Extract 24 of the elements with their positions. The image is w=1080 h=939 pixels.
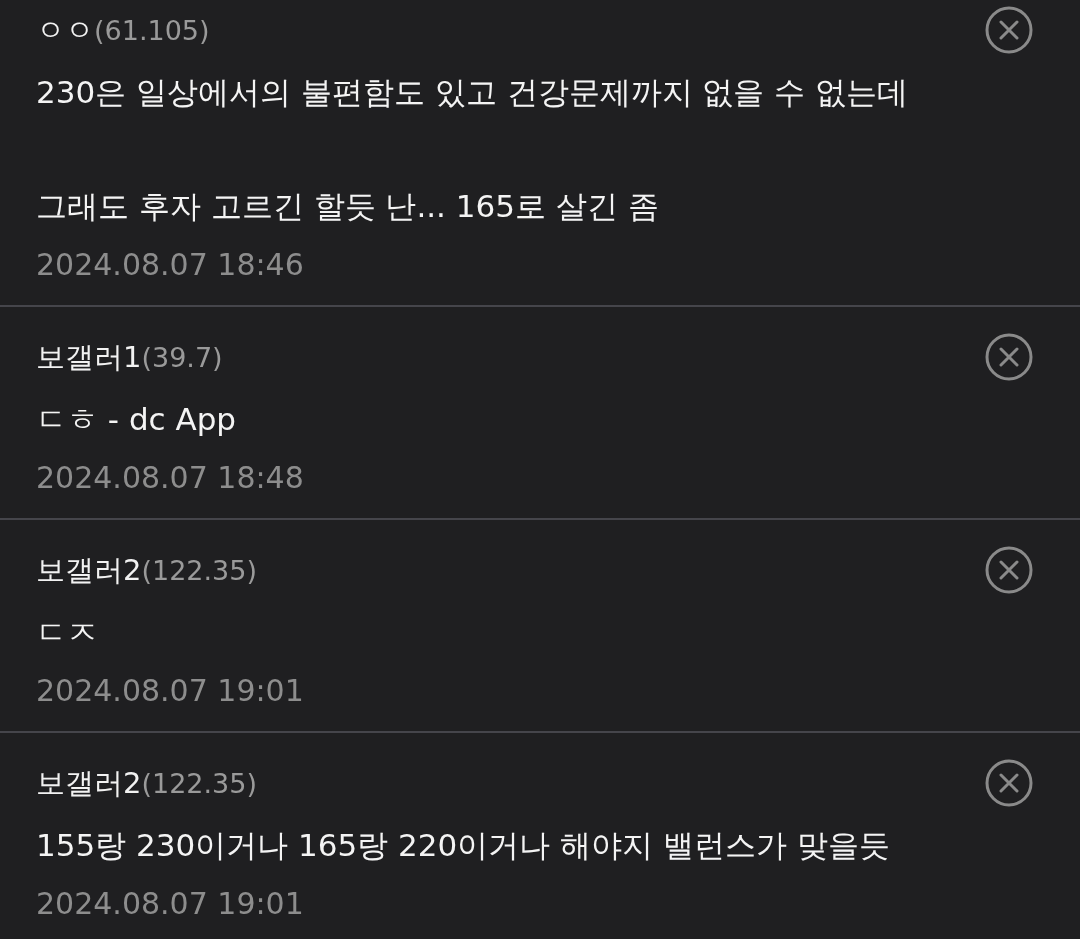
author-name: 보갤러2 — [36, 765, 142, 802]
comment-date: 2024.08.07 19:01 — [36, 885, 305, 923]
delete-button[interactable] — [984, 758, 1034, 808]
comment-text: ㄷㅈ — [36, 613, 99, 652]
comment-text: 155랑 230이거나 165랑 220이거나 해야지 밸런스가 맞을듯 — [36, 826, 890, 865]
close-icon — [984, 545, 1034, 595]
delete-button[interactable] — [984, 332, 1034, 382]
close-icon — [984, 758, 1034, 808]
author-name: 보갤러2 — [36, 552, 142, 589]
author-ip: (122.35) — [141, 554, 257, 588]
comment-date: 2024.08.07 19:01 — [36, 672, 304, 710]
close-icon — [984, 5, 1034, 55]
author-name: ㅇㅇ — [36, 12, 94, 49]
comment-date: 2024.08.07 18:48 — [36, 459, 304, 497]
comment-text: ㄷㅎ - dc App — [36, 400, 238, 439]
comment-date: 2024.08.07 18:46 — [36, 246, 305, 284]
author-ip: (61.105) — [94, 14, 210, 48]
author-ip: (39.7) — [141, 341, 223, 375]
delete-button[interactable] — [984, 5, 1034, 55]
delete-button[interactable] — [984, 545, 1034, 595]
comment-text: 230은 일상에서의 불편함도 있고 건강문제까지 없을 수 없는데 그래도 후자 고르긴 할듯 난... 165로 살긴 좀 — [36, 73, 909, 226]
author-name: 보갤러1 — [36, 339, 142, 376]
author-ip: (122.35) — [141, 767, 257, 801]
close-icon — [984, 332, 1034, 382]
